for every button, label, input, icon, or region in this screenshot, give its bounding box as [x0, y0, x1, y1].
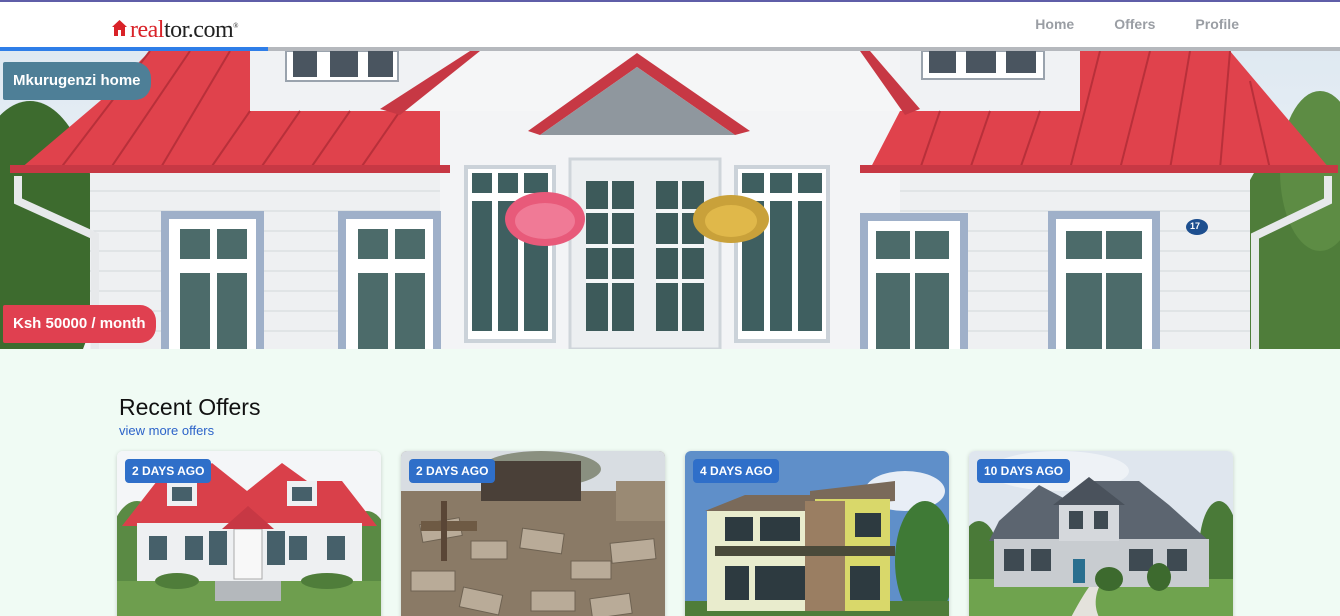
hero-house-image: [0, 51, 1340, 349]
property-price-badge: Ksh 50000 / month: [3, 305, 156, 343]
nav-profile-link[interactable]: Profile: [1195, 16, 1239, 32]
logo-text-real: real: [130, 17, 164, 43]
recent-offers-title: Recent Offers: [119, 394, 261, 420]
property-name-badge: Mkurugenzi home: [3, 62, 151, 100]
logo-text-tor: tor.com: [163, 17, 234, 43]
offer-age-badge: 2 DAYS AGO: [125, 459, 212, 483]
offer-card[interactable]: 2 DAYS AGO: [401, 451, 665, 616]
offer-age-badge: 2 DAYS AGO: [409, 459, 496, 483]
featured-property-hero[interactable]: Mkurugenzi home Ksh 50000 / month 17: [0, 51, 1340, 349]
view-more-offers-link[interactable]: view more offers: [119, 423, 214, 438]
nav-offers-link[interactable]: Offers: [1114, 16, 1155, 32]
house-number-plate: 17: [1190, 221, 1201, 231]
offer-card[interactable]: 2 DAYS AGO: [117, 451, 381, 616]
top-navbar: realtor.com® Home Offers Profile: [0, 0, 1340, 49]
offer-card[interactable]: 4 DAYS AGO: [685, 451, 949, 616]
nav-home-link[interactable]: Home: [1035, 16, 1074, 32]
house-icon: [112, 20, 127, 36]
main-nav: Home Offers Profile: [1035, 16, 1239, 32]
offer-age-badge: 4 DAYS AGO: [693, 459, 780, 483]
offer-card[interactable]: 10 DAYS AGO: [969, 451, 1233, 616]
offer-age-badge: 10 DAYS AGO: [977, 459, 1071, 483]
brand-logo[interactable]: realtor.com®: [111, 14, 238, 42]
logo-trademark: ®: [233, 22, 238, 30]
